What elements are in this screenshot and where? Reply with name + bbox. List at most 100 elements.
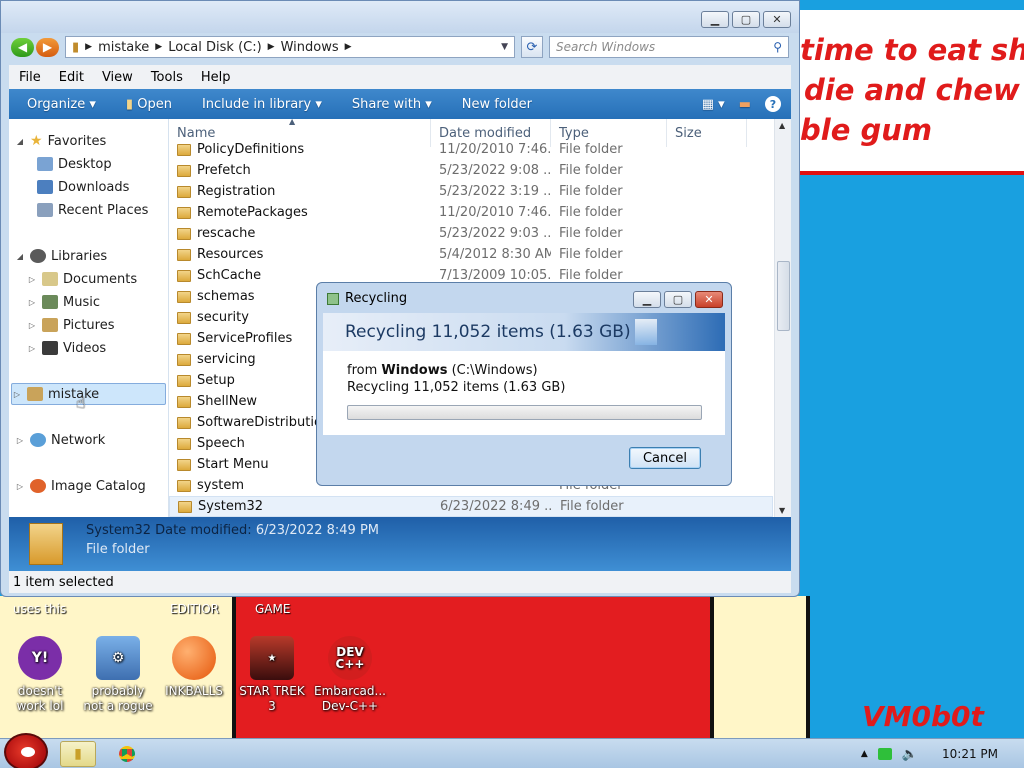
file-name: SchCache xyxy=(197,268,262,283)
nav-item-recent-places[interactable]: Recent Places xyxy=(37,199,148,221)
from-path: (C:\Windows) xyxy=(451,363,538,378)
details-type: File folder xyxy=(86,542,150,557)
scroll-down-arrow-icon[interactable]: ▼ xyxy=(779,506,785,515)
nav-item-documents[interactable]: ▷ Documents xyxy=(27,268,137,290)
nav-item-label: Downloads xyxy=(58,179,130,195)
expand-arrow-icon[interactable]: ◢ xyxy=(15,137,25,146)
breadcrumb-item[interactable]: Local Disk (C:) xyxy=(168,40,261,55)
desktop-icon-yahoo[interactable]: Y! doesn't work lol xyxy=(2,636,78,714)
file-name: ShellNew xyxy=(197,394,258,409)
vertical-scrollbar[interactable]: ▲ ▼ xyxy=(774,119,791,517)
breadcrumb-item[interactable]: mistake xyxy=(98,40,149,55)
new-folder-button[interactable]: New folder xyxy=(462,97,532,112)
expand-arrow-icon[interactable]: ▷ xyxy=(27,321,37,330)
folder-icon xyxy=(177,353,191,366)
desktop-icon-inkballs[interactable]: INKBALLS xyxy=(156,636,232,699)
taskbar-explorer-button[interactable]: ▮ xyxy=(60,741,96,767)
start-button[interactable] xyxy=(4,733,48,768)
file-row[interactable]: Resources 5/4/2012 8:30 AM File folder xyxy=(169,244,773,265)
details-date-value: 6/23/2022 8:49 PM xyxy=(255,523,379,538)
taskbar-chrome-button[interactable] xyxy=(112,741,142,767)
maximize-button[interactable]: ▢ xyxy=(732,11,760,28)
volume-icon[interactable]: 🔈 xyxy=(902,747,918,762)
chevron-down-icon[interactable]: ▼ xyxy=(501,42,508,52)
help-icon[interactable]: ? xyxy=(765,96,781,112)
menu-bar: File Edit View Tools Help xyxy=(9,65,791,89)
show-hidden-icons-icon[interactable]: ▲ xyxy=(861,749,868,759)
menu-file[interactable]: File xyxy=(19,70,41,85)
file-name-cell: System32 xyxy=(170,499,432,514)
file-row[interactable]: RemotePackages 11/20/2010 7:46... File fol… xyxy=(169,202,773,223)
file-row[interactable]: rescache 5/23/2022 9:03 ... File folder xyxy=(169,223,773,244)
forward-button[interactable]: ▶ xyxy=(36,37,59,57)
desktop-icon-dev-cpp[interactable]: DEV C++ Embarcad... Dev-C++ xyxy=(312,636,388,714)
network-icon xyxy=(30,433,46,447)
nav-item-pictures[interactable]: ▷ Pictures xyxy=(27,314,115,336)
expand-arrow-icon[interactable]: ▷ xyxy=(27,298,37,307)
expand-arrow-icon[interactable]: ▷ xyxy=(27,275,37,284)
menu-help[interactable]: Help xyxy=(201,70,231,85)
yahoo-messenger-icon: Y! xyxy=(18,636,62,680)
wallpaper-yellow-region-right xyxy=(710,596,810,741)
dialog-maximize-button[interactable]: ▢ xyxy=(664,291,692,308)
nav-item-music[interactable]: ▷ Music xyxy=(27,291,100,313)
nav-item-videos[interactable]: ▷ Videos xyxy=(27,337,106,359)
cancel-button[interactable]: Cancel xyxy=(629,447,701,469)
downloads-icon xyxy=(37,180,53,194)
folder-icon xyxy=(177,332,191,345)
desktop-icon-label: probably not a rogue xyxy=(83,684,153,713)
breadcrumb-item[interactable]: Windows xyxy=(281,40,339,55)
network-status-icon[interactable] xyxy=(877,748,892,760)
scrollbar-thumb[interactable] xyxy=(777,261,790,331)
menu-tools[interactable]: Tools xyxy=(151,70,183,85)
navigation-pane: ◢ ★ Favorites Desktop Downloads Recent P… xyxy=(9,119,169,517)
nav-item-image-catalog[interactable]: ▷ Image Catalog xyxy=(15,475,146,497)
organize-button[interactable]: Organize ▾ xyxy=(27,97,96,112)
expand-arrow-icon[interactable]: ◢ xyxy=(15,252,25,261)
clock[interactable]: 10:21 PM xyxy=(942,747,998,761)
minimize-button[interactable]: ▁ xyxy=(701,11,729,28)
address-bar[interactable]: ▮ ▶ mistake ▶ Local Disk (C:) ▶ Windows … xyxy=(65,36,515,58)
expand-arrow-icon[interactable]: ▷ xyxy=(27,344,37,353)
share-with-button[interactable]: Share with ▾ xyxy=(352,97,432,112)
search-input[interactable]: Search Windows ⚲ xyxy=(549,36,789,58)
view-options-icon[interactable]: ▦ ▾ xyxy=(702,97,725,112)
dialog-minimize-button[interactable]: ▁ xyxy=(633,291,661,308)
expand-arrow-icon[interactable]: ▷ xyxy=(15,482,25,491)
dialog-close-button[interactable]: ✕ xyxy=(695,291,723,308)
taskbar: ▮ ▲ 🔈 10:21 PM xyxy=(0,733,1024,768)
nav-item-libraries[interactable]: ◢ Libraries xyxy=(15,245,107,267)
file-row[interactable]: System32 6/23/2022 8:49 ... File folder xyxy=(169,496,773,517)
nav-item-desktop[interactable]: Desktop xyxy=(37,153,112,175)
dialog-title-bar[interactable]: Recycling xyxy=(327,291,407,306)
open-button[interactable]: ▮ Open xyxy=(126,97,172,112)
nav-item-network[interactable]: ▷ Network xyxy=(15,429,105,451)
file-row[interactable]: PolicyDefinitions 11/20/2010 7:46... File … xyxy=(169,139,773,160)
inkball-icon xyxy=(172,636,216,680)
pictures-icon xyxy=(42,318,58,332)
desktop-icon-star-trek[interactable]: ★ STAR TREK 3 xyxy=(234,636,310,714)
menu-view[interactable]: View xyxy=(102,70,133,85)
nav-item-downloads[interactable]: Downloads xyxy=(37,176,129,198)
close-button[interactable]: ✕ xyxy=(763,11,791,28)
desktop-icon-gears[interactable]: ⚙ probably not a rogue xyxy=(80,636,156,714)
folder-icon xyxy=(177,206,191,219)
scroll-up-arrow-icon[interactable]: ▲ xyxy=(779,121,785,130)
file-date: 6/23/2022 8:49 ... xyxy=(440,499,552,514)
refresh-button[interactable]: ⟳ xyxy=(521,36,543,58)
window-title-bar[interactable]: ▁ ▢ ✕ xyxy=(1,1,799,33)
back-button[interactable]: ◀ xyxy=(11,37,34,57)
desktop-icon xyxy=(37,157,53,171)
folder-icon xyxy=(177,416,191,429)
recycle-bin-icon xyxy=(327,292,339,305)
menu-edit[interactable]: Edit xyxy=(59,70,84,85)
file-row[interactable]: Prefetch 5/23/2022 9:08 ... File folder xyxy=(169,160,773,181)
expand-arrow-icon[interactable]: ▷ xyxy=(12,390,22,399)
include-in-library-button[interactable]: Include in library ▾ xyxy=(202,97,322,112)
computer-icon xyxy=(27,387,43,401)
nav-item-favorites[interactable]: ◢ ★ Favorites xyxy=(15,130,106,152)
expand-arrow-icon[interactable]: ▷ xyxy=(15,436,25,445)
wallpaper-label: GAME xyxy=(255,602,291,616)
preview-pane-icon[interactable]: ▬ xyxy=(739,97,751,112)
file-row[interactable]: Registration 5/23/2022 3:19 ... File folde… xyxy=(169,181,773,202)
